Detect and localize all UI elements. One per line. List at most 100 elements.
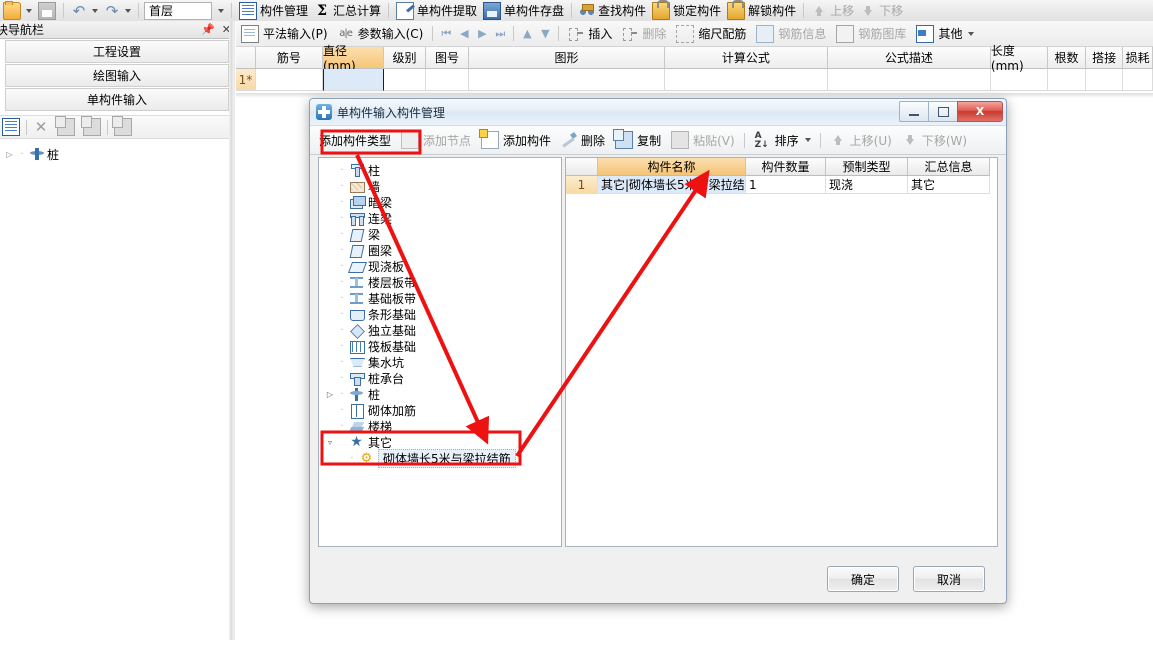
add-node-button[interactable]: 添加节点 [396,129,476,151]
list-col-count[interactable]: 构件数量 [746,158,826,176]
pingfa-input-button[interactable]: 平法输入(P) [236,23,333,45]
tree-item-foundation-band[interactable]: · 基础板带 [325,290,561,306]
sort-button[interactable]: A Z↓ 排序 [749,129,816,151]
tree-item-masonry-wall-tie-rebar[interactable]: · ⚙ 砌体墙长5米与梁拉结筋 [325,448,561,468]
paste-all-icon[interactable] [112,116,132,136]
tree-item-pile[interactable]: ▷ · 桩 [325,386,561,402]
nav-first-button[interactable]: ⏮ [437,26,455,42]
rebar-info-button[interactable]: 钢筋信息 [751,23,831,45]
undo-button[interactable]: ↶ [68,1,101,21]
grid-col-formula-desc[interactable]: 公式描述 [827,47,991,69]
grid-col-count[interactable]: 根数 [1048,47,1086,69]
tree-item-wall[interactable]: · 墙 [325,178,561,194]
insert-button[interactable]: 插入 [563,23,617,45]
cell-figure-no[interactable] [425,69,470,91]
dialog-move-up-button[interactable]: 上移(U) [825,129,897,151]
chevron-down-icon[interactable]: ▿ [325,434,335,450]
list-icon[interactable] [2,118,20,136]
cell-precast-type[interactable]: 现浇 [826,176,908,194]
nav-prev-button[interactable]: ◀ [455,26,473,42]
delete-x-icon[interactable]: ✕ [33,119,49,135]
move-up-button[interactable]: 上移 [808,1,857,21]
save-component-button[interactable]: 单构件存盘 [480,1,567,21]
redo-button[interactable]: ↷ [101,1,134,21]
cell-component-count[interactable]: 1 [746,176,826,194]
cell-jinhao[interactable] [255,69,323,91]
paste-icon[interactable] [81,116,101,136]
tree-item-beam[interactable]: · 梁 [325,226,561,242]
scale-rebar-button[interactable]: 缩尺配筋 [671,23,751,45]
nav-next-button[interactable]: ▶ [473,26,491,42]
dialog-titlebar[interactable]: 单构件输入构件管理 X [310,99,1006,126]
ok-button[interactable]: 确定 [827,566,899,592]
tree-item-ring-beam[interactable]: · 圈梁 [325,242,561,258]
minimize-button[interactable] [899,101,928,122]
add-component-button[interactable]: 添加构件 [476,129,556,151]
cell-formula-desc[interactable] [827,69,991,91]
summary-calc-button[interactable]: Σ 汇总计算 [311,1,384,21]
dialog-move-down-button[interactable]: 下移(W) [897,129,972,151]
tree-item-hidden-beam[interactable]: · 暗梁 [325,194,561,210]
cell-count[interactable] [1048,69,1086,91]
sidebar-item-project-settings[interactable]: 工程设置 [5,40,229,63]
cell-lap[interactable] [1085,69,1124,91]
lock-component-button[interactable]: 锁定构件 [649,0,724,21]
grid-col-grade[interactable]: 级别 [384,47,426,69]
chevron-right-icon[interactable]: ▷ [4,149,15,160]
nav-last-button[interactable]: ⏭ [491,26,509,42]
tree-item-sump-pit[interactable]: · 集水坑 [325,354,561,370]
other-button[interactable]: 其他 [911,23,979,45]
add-component-type-button[interactable]: 添加构件类型 [314,129,396,151]
sidebar-item-single-component-input[interactable]: 单构件输入 [5,88,229,111]
open-button[interactable] [0,0,35,21]
chevron-down-icon[interactable] [804,138,811,142]
move-down-button[interactable]: 下移 [857,1,906,21]
chevron-down-icon[interactable] [92,8,98,13]
grid-col-loss[interactable]: 损耗 [1123,47,1153,69]
cell-summary-info[interactable]: 其它 [908,176,990,194]
tree-item-stair[interactable]: · 楼梯 [325,418,561,434]
close-button[interactable]: X [957,101,1003,122]
cell-loss[interactable] [1123,69,1153,91]
rebar-grid-row[interactable]: 1* [236,69,1153,91]
grid-col-formula[interactable]: 计算公式 [664,47,828,69]
nav-down-button[interactable]: ▼ [536,26,554,42]
chevron-down-icon[interactable] [26,8,32,13]
row-header[interactable]: 1* [236,69,256,91]
grid-col-diameter[interactable]: 直径 (mm) [322,44,385,73]
cell-grade[interactable] [384,69,426,91]
dialog-paste-button[interactable]: 粘贴(V) [666,129,740,151]
cell-formula[interactable] [664,69,828,91]
unlock-component-button[interactable]: 解锁构件 [724,0,799,21]
list-col-precast-type[interactable]: 预制类型 [826,158,908,176]
list-col-summary-info[interactable]: 汇总信息 [908,158,990,176]
copy-icon[interactable] [55,116,75,136]
grid-col-figure-no[interactable]: 图号 [425,47,470,69]
tree-item-independent-foundation[interactable]: · 独立基础 [325,322,561,339]
table-row[interactable]: 1 其它|砌体墙长5米与梁拉结 1 现浇 其它 [566,176,997,194]
grid-col-length[interactable]: 长度 (mm) [990,44,1049,73]
rebar-library-button[interactable]: 钢筋图库 [831,23,911,45]
cell-diameter[interactable] [322,69,385,91]
chevron-down-icon[interactable] [968,31,975,36]
tree-item-raft-foundation[interactable]: · 筏板基础 [325,338,561,354]
chevron-down-icon[interactable] [125,8,131,13]
cell-shape[interactable] [469,69,665,91]
tree-item-coupling-beam[interactable]: · 连梁 [325,210,561,226]
tree-item-pile-cap[interactable]: · 桩承台 [325,370,561,386]
floor-selector[interactable]: 首层 [144,1,212,20]
floor-selector-dropdown[interactable] [213,3,227,19]
tree-item-column[interactable]: · 柱 [325,162,561,178]
nav-up-button[interactable]: ▲ [518,26,536,42]
cancel-button[interactable]: 取消 [913,566,985,592]
cell-length[interactable] [990,69,1049,91]
row-index[interactable]: 1 [566,176,598,194]
sidebar-item-drawing-input[interactable]: 绘图输入 [5,64,229,87]
grid-col-jinhao[interactable]: 筋号 [255,47,323,69]
grid-col-lap[interactable]: 搭接 [1085,47,1124,69]
extract-component-button[interactable]: 单构件提取 [393,1,480,21]
grid-col-shape[interactable]: 图形 [469,47,665,69]
save-button[interactable] [35,1,59,21]
dialog-delete-button[interactable]: 删除 [556,129,610,151]
tree-item-pile[interactable]: ▷ · 桩 [4,145,234,163]
